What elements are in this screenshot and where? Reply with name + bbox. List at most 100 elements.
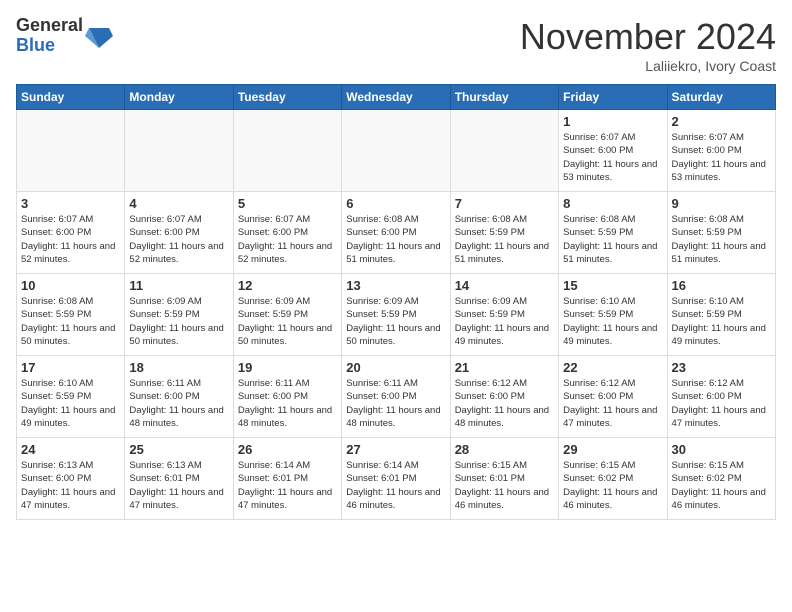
day-info: Sunrise: 6:07 AM Sunset: 6:00 PM Dayligh… [563, 131, 662, 184]
day-number: 19 [238, 360, 337, 375]
calendar-table: Sunday Monday Tuesday Wednesday Thursday… [16, 84, 776, 520]
day-info: Sunrise: 6:13 AM Sunset: 6:01 PM Dayligh… [129, 459, 228, 512]
calendar-cell: 14 Sunrise: 6:09 AM Sunset: 5:59 PM Dayli… [450, 274, 558, 356]
header: General Blue November 2024 Laliiekro, Iv… [16, 16, 776, 74]
day-info: Sunrise: 6:10 AM Sunset: 5:59 PM Dayligh… [563, 295, 662, 348]
calendar-cell: 11Sunrise: 6:09 AM Sunset: 5:59 PM Dayli… [125, 274, 233, 356]
calendar-cell: 9 Sunrise: 6:08 AM Sunset: 5:59 PM Daylig… [667, 192, 775, 274]
day-number: 3 [21, 196, 120, 211]
calendar-cell: 12 Sunrise: 6:09 AM Sunset: 5:59 PM Dayli… [233, 274, 341, 356]
col-wednesday: Wednesday [342, 85, 450, 110]
day-info: Sunrise: 6:11 AM Sunset: 6:00 PM Dayligh… [346, 377, 445, 430]
calendar-cell: 1 Sunrise: 6:07 AM Sunset: 6:00 PM Daylig… [559, 110, 667, 192]
day-number: 6 [346, 196, 445, 211]
calendar-cell: 5 Sunrise: 6:07 AM Sunset: 6:00 PM Daylig… [233, 192, 341, 274]
day-number: 25 [129, 442, 228, 457]
month-title: November 2024 [520, 16, 776, 58]
calendar-cell: 10Sunrise: 6:08 AM Sunset: 5:59 PM Dayli… [17, 274, 125, 356]
calendar-cell: 2Sunrise: 6:07 AM Sunset: 6:00 PM Daylig… [667, 110, 775, 192]
calendar-body: 1 Sunrise: 6:07 AM Sunset: 6:00 PM Daylig… [17, 110, 776, 520]
day-number: 24 [21, 442, 120, 457]
calendar-cell: 17 Sunrise: 6:10 AM Sunset: 5:59 PM Dayli… [17, 356, 125, 438]
day-number: 7 [455, 196, 554, 211]
calendar-cell: 16 Sunrise: 6:10 AM Sunset: 5:59 PM Dayli… [667, 274, 775, 356]
day-number: 17 [21, 360, 120, 375]
day-info: Sunrise: 6:11 AM Sunset: 6:00 PM Dayligh… [129, 377, 228, 430]
day-info: Sunrise: 6:07 AM Sunset: 6:00 PM Dayligh… [21, 213, 120, 266]
day-info: Sunrise: 6:13 AM Sunset: 6:00 PM Dayligh… [21, 459, 120, 512]
calendar-cell [342, 110, 450, 192]
day-number: 14 [455, 278, 554, 293]
day-number: 1 [563, 114, 662, 129]
calendar-cell: 30Sunrise: 6:15 AM Sunset: 6:02 PM Dayli… [667, 438, 775, 520]
col-friday: Friday [559, 85, 667, 110]
calendar-cell: 24 Sunrise: 6:13 AM Sunset: 6:00 PM Dayli… [17, 438, 125, 520]
day-number: 23 [672, 360, 771, 375]
logo: General Blue [16, 16, 113, 56]
col-monday: Monday [125, 85, 233, 110]
calendar-week-2: 3 Sunrise: 6:07 AM Sunset: 6:00 PM Daylig… [17, 192, 776, 274]
logo-text: General Blue [16, 16, 83, 56]
day-info: Sunrise: 6:07 AM Sunset: 6:00 PM Dayligh… [238, 213, 337, 266]
day-info: Sunrise: 6:08 AM Sunset: 6:00 PM Dayligh… [346, 213, 445, 266]
calendar-cell [233, 110, 341, 192]
day-info: Sunrise: 6:08 AM Sunset: 5:59 PM Dayligh… [563, 213, 662, 266]
calendar-cell: 29Sunrise: 6:15 AM Sunset: 6:02 PM Dayli… [559, 438, 667, 520]
day-number: 22 [563, 360, 662, 375]
day-info: Sunrise: 6:10 AM Sunset: 5:59 PM Dayligh… [672, 295, 771, 348]
day-number: 2 [672, 114, 771, 129]
day-number: 26 [238, 442, 337, 457]
day-number: 16 [672, 278, 771, 293]
day-info: Sunrise: 6:10 AM Sunset: 5:59 PM Dayligh… [21, 377, 120, 430]
day-number: 9 [672, 196, 771, 211]
calendar-week-5: 24 Sunrise: 6:13 AM Sunset: 6:00 PM Dayli… [17, 438, 776, 520]
col-tuesday: Tuesday [233, 85, 341, 110]
day-number: 27 [346, 442, 445, 457]
day-info: Sunrise: 6:14 AM Sunset: 6:01 PM Dayligh… [238, 459, 337, 512]
day-number: 4 [129, 196, 228, 211]
col-sunday: Sunday [17, 85, 125, 110]
calendar-cell [17, 110, 125, 192]
calendar-cell: 20 Sunrise: 6:11 AM Sunset: 6:00 PM Dayli… [342, 356, 450, 438]
col-saturday: Saturday [667, 85, 775, 110]
calendar-cell: 23 Sunrise: 6:12 AM Sunset: 6:00 PM Dayli… [667, 356, 775, 438]
day-number: 5 [238, 196, 337, 211]
day-info: Sunrise: 6:11 AM Sunset: 6:00 PM Dayligh… [238, 377, 337, 430]
day-number: 20 [346, 360, 445, 375]
day-info: Sunrise: 6:08 AM Sunset: 5:59 PM Dayligh… [455, 213, 554, 266]
calendar-cell: 3 Sunrise: 6:07 AM Sunset: 6:00 PM Daylig… [17, 192, 125, 274]
calendar-cell: 28 Sunrise: 6:15 AM Sunset: 6:01 PM Dayli… [450, 438, 558, 520]
calendar-cell: 19 Sunrise: 6:11 AM Sunset: 6:00 PM Dayli… [233, 356, 341, 438]
day-number: 13 [346, 278, 445, 293]
day-info: Sunrise: 6:09 AM Sunset: 5:59 PM Dayligh… [455, 295, 554, 348]
day-number: 30 [672, 442, 771, 457]
calendar-cell: 7 Sunrise: 6:08 AM Sunset: 5:59 PM Daylig… [450, 192, 558, 274]
day-info: Sunrise: 6:12 AM Sunset: 6:00 PM Dayligh… [563, 377, 662, 430]
calendar-week-4: 17 Sunrise: 6:10 AM Sunset: 5:59 PM Dayli… [17, 356, 776, 438]
day-info: Sunrise: 6:12 AM Sunset: 6:00 PM Dayligh… [455, 377, 554, 430]
day-number: 8 [563, 196, 662, 211]
calendar-cell: 13 Sunrise: 6:09 AM Sunset: 5:59 PM Dayli… [342, 274, 450, 356]
location: Laliiekro, Ivory Coast [520, 58, 776, 74]
day-number: 15 [563, 278, 662, 293]
title-section: November 2024 Laliiekro, Ivory Coast [520, 16, 776, 74]
calendar-cell: 15 Sunrise: 6:10 AM Sunset: 5:59 PM Dayli… [559, 274, 667, 356]
day-info: Sunrise: 6:15 AM Sunset: 6:01 PM Dayligh… [455, 459, 554, 512]
day-info: Sunrise: 6:15 AM Sunset: 6:02 PM Dayligh… [563, 459, 662, 512]
col-thursday: Thursday [450, 85, 558, 110]
calendar-cell [125, 110, 233, 192]
day-number: 11 [129, 278, 228, 293]
day-info: Sunrise: 6:09 AM Sunset: 5:59 PM Dayligh… [346, 295, 445, 348]
day-info: Sunrise: 6:12 AM Sunset: 6:00 PM Dayligh… [672, 377, 771, 430]
day-number: 28 [455, 442, 554, 457]
day-info: Sunrise: 6:14 AM Sunset: 6:01 PM Dayligh… [346, 459, 445, 512]
calendar-cell: 27 Sunrise: 6:14 AM Sunset: 6:01 PM Dayli… [342, 438, 450, 520]
day-number: 12 [238, 278, 337, 293]
calendar-cell: 25 Sunrise: 6:13 AM Sunset: 6:01 PM Dayli… [125, 438, 233, 520]
logo-icon [85, 22, 113, 50]
day-info: Sunrise: 6:08 AM Sunset: 5:59 PM Dayligh… [672, 213, 771, 266]
day-number: 10 [21, 278, 120, 293]
day-info: Sunrise: 6:07 AM Sunset: 6:00 PM Dayligh… [129, 213, 228, 266]
day-info: Sunrise: 6:09 AM Sunset: 5:59 PM Dayligh… [238, 295, 337, 348]
calendar-header-row: Sunday Monday Tuesday Wednesday Thursday… [17, 85, 776, 110]
